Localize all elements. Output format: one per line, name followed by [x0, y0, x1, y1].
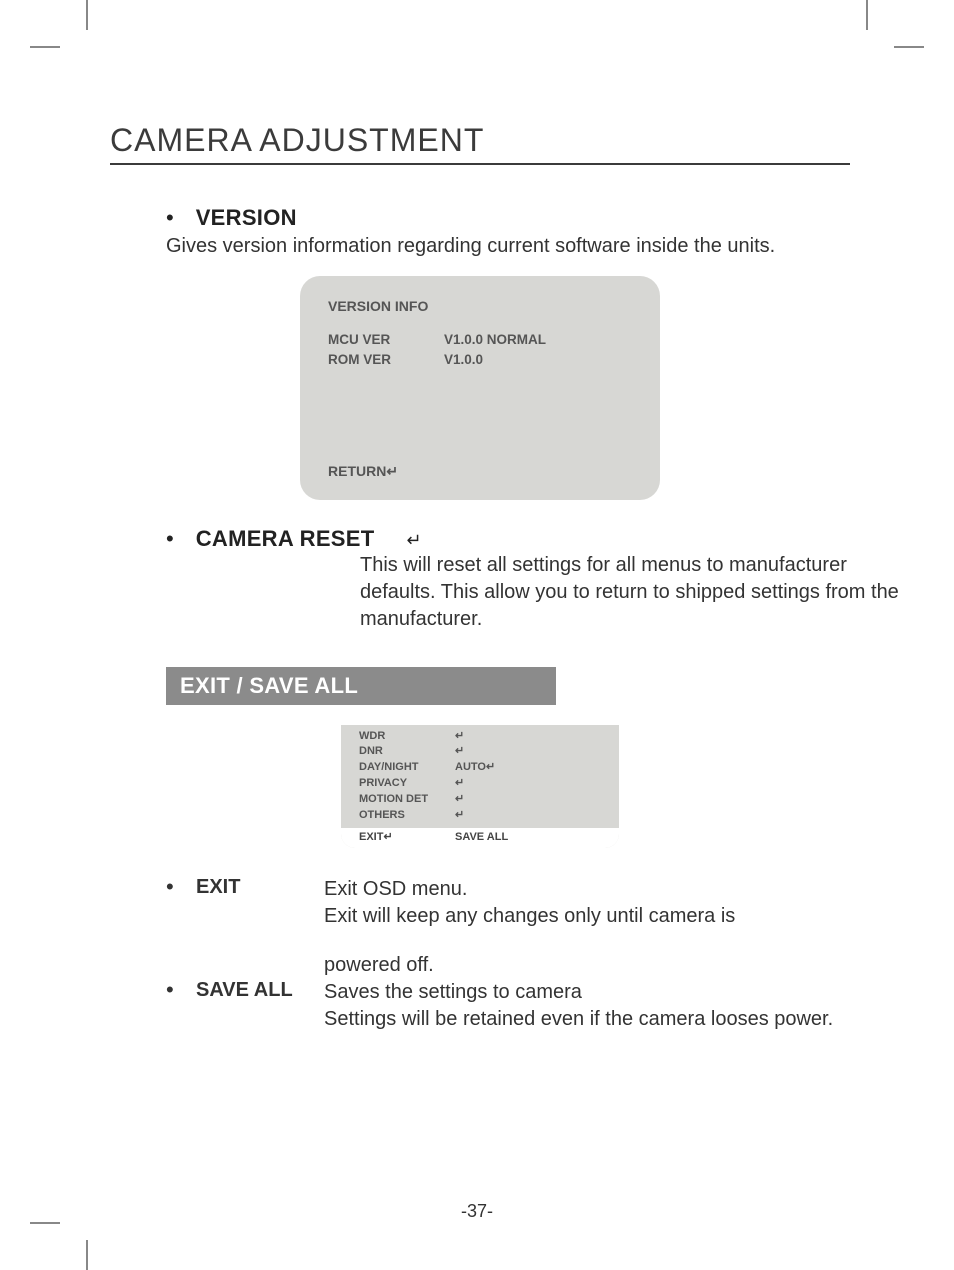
- menu-row: MOTION DET↵: [359, 792, 601, 808]
- exit-term: EXIT: [196, 876, 324, 930]
- menu-item-label: PRIVACY: [359, 776, 455, 792]
- menu-item-label: DAY/NIGHT: [359, 760, 455, 776]
- page-content: CAMERA ADJUSTMENT • VERSION Gives versio…: [110, 122, 850, 1033]
- exit-desc-line1: Exit OSD menu.: [324, 878, 467, 900]
- menu-row: WDR↵: [359, 729, 601, 745]
- bullet-icon: •: [166, 528, 174, 550]
- enter-icon: ↵: [407, 530, 422, 551]
- menu-item-value: ↵: [455, 729, 464, 745]
- title-underline: [110, 163, 850, 165]
- menu-row: DNR↵: [359, 744, 601, 760]
- page-title: CAMERA ADJUSTMENT: [110, 122, 850, 159]
- save-all-term: SAVE ALL: [196, 979, 324, 1033]
- version-heading-row: • VERSION: [166, 205, 850, 231]
- menu-item-value: AUTO↵: [455, 760, 495, 776]
- menu-exit: EXIT↵: [359, 830, 455, 846]
- exit-definition-cont: • X powered off.: [166, 952, 850, 979]
- menu-footer-row: EXIT↵SAVE ALL: [341, 828, 619, 848]
- version-subtitle: Gives version information regarding curr…: [166, 235, 850, 258]
- menu-save-all: SAVE ALL: [455, 830, 508, 846]
- menu-item-label: DNR: [359, 744, 455, 760]
- bullet-icon: •: [166, 207, 174, 229]
- menu-item-value: ↵: [455, 808, 464, 824]
- exit-definition-row: • EXIT Exit OSD menu. Exit will keep any…: [166, 876, 850, 930]
- menu-row: OTHERS↵: [359, 808, 601, 824]
- exit-desc-1: Exit OSD menu. Exit will keep any change…: [324, 876, 850, 930]
- osd-return: RETURN↵: [328, 463, 658, 480]
- version-label: VERSION: [196, 205, 297, 231]
- version-osd-panel: VERSION INFO MCU VER V1.0.0 NORMAL ROM V…: [300, 276, 660, 500]
- menu-item-label: WDR: [359, 729, 455, 745]
- camera-reset-label: CAMERA RESET: [196, 526, 375, 552]
- page-number: -37-: [0, 1201, 954, 1222]
- menu-snippet: WDR↵ DNR↵ DAY/NIGHTAUTO↵ PRIVACY↵ MOTION…: [341, 725, 619, 849]
- crop-mark-tr: [860, 36, 888, 74]
- save-all-desc: Saves the settings to camera Settings wi…: [324, 979, 850, 1033]
- osd-mcu-value: V1.0.0 NORMAL: [444, 330, 546, 350]
- bullet-icon: •: [166, 876, 196, 930]
- osd-mcu-label: MCU VER: [328, 330, 414, 350]
- camera-reset-heading-row: • CAMERA RESET ↵: [166, 526, 850, 552]
- save-all-definition-row: • SAVE ALL Saves the settings to camera …: [166, 979, 850, 1033]
- save-all-desc-line2: Settings will be retained even if the ca…: [324, 1008, 833, 1030]
- save-all-desc-line1: Saves the settings to camera: [324, 981, 582, 1003]
- exit-desc-line3: powered off.: [324, 952, 850, 979]
- menu-item-value: ↵: [455, 776, 464, 792]
- osd-row-mcu: MCU VER V1.0.0 NORMAL: [328, 330, 658, 350]
- menu-item-value: ↵: [455, 792, 464, 808]
- osd-rom-value: V1.0.0: [444, 350, 483, 370]
- bullet-icon: •: [166, 979, 196, 1033]
- camera-reset-description: This will reset all settings for all men…: [360, 552, 904, 633]
- menu-item-label: OTHERS: [359, 808, 455, 824]
- osd-title: VERSION INFO: [328, 298, 658, 314]
- menu-item-value: ↵: [455, 744, 464, 760]
- menu-row: PRIVACY↵: [359, 776, 601, 792]
- menu-row: DAY/NIGHTAUTO↵: [359, 760, 601, 776]
- exit-save-section-bar: EXIT / SAVE ALL: [166, 667, 556, 705]
- menu-item-label: MOTION DET: [359, 792, 455, 808]
- osd-row-rom: ROM VER V1.0.0: [328, 350, 658, 370]
- exit-desc-line2: Exit will keep any changes only until ca…: [324, 905, 735, 927]
- crop-mark-tl: [66, 36, 94, 74]
- osd-rom-label: ROM VER: [328, 350, 414, 370]
